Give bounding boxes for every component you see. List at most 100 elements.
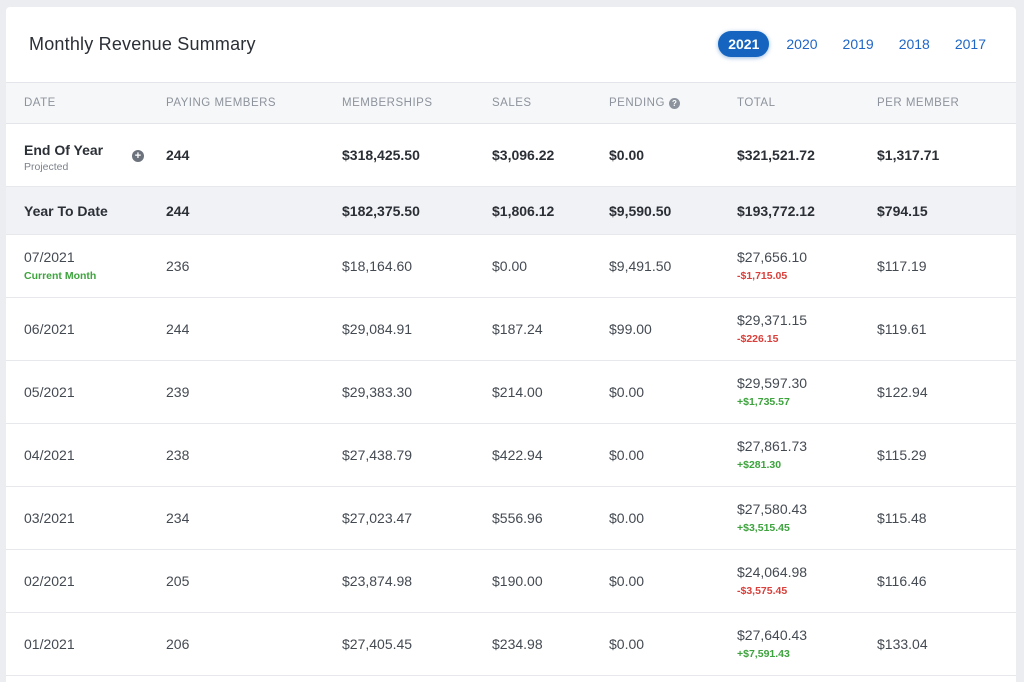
- year-tab-2018[interactable]: 2018: [891, 31, 938, 57]
- revenue-summary-card: Monthly Revenue Summary 2021 2020 2019 2…: [6, 7, 1016, 682]
- month-pending: $99.00: [609, 321, 652, 337]
- month-sales: $0.00: [492, 258, 528, 274]
- month-total: $27,656.10: [737, 249, 808, 265]
- column-header-total: TOTAL: [737, 97, 776, 109]
- ytd-total: $193,772.12: [737, 202, 815, 219]
- month-total: $27,640.43: [737, 627, 808, 643]
- month-per-member: $115.29: [877, 447, 927, 463]
- month-per-member: $117.19: [877, 258, 927, 274]
- column-header-date: DATE: [24, 97, 56, 109]
- year-tab-2021[interactable]: 2021: [718, 31, 770, 57]
- month-total: $24,064.98: [737, 564, 808, 580]
- month-total: $27,580.43: [737, 501, 808, 517]
- month-total: $29,371.15: [737, 312, 808, 328]
- month-memberships: $29,383.30: [342, 384, 413, 400]
- eoy-total: $321,521.72: [737, 147, 815, 163]
- current-month-note: Current Month: [24, 270, 97, 282]
- eoy-pending: $0.00: [609, 147, 645, 163]
- month-total-diff: -$3,575.45: [737, 585, 788, 597]
- month-total-diff: +$281.30: [737, 459, 782, 471]
- month-pending: $0.00: [609, 510, 645, 526]
- month-date: 01/2021: [24, 636, 75, 652]
- table-row: 07/2021 Current Month 236 $18,164.60 $0.…: [6, 235, 1016, 298]
- table-header: DATE PAYING MEMBERS MEMBERSHIPS SALES PE…: [6, 83, 1016, 124]
- eoy-memberships: $318,425.50: [342, 147, 420, 163]
- month-sales: $190.00: [492, 573, 543, 589]
- year-tab-2017[interactable]: 2017: [947, 31, 994, 57]
- column-header-per-member: PER MEMBER: [877, 97, 960, 109]
- month-total-diff: -$226.15: [737, 333, 779, 345]
- eoy-sales: $3,096.22: [492, 147, 555, 163]
- end-of-year-row: End Of Year Projected + 244 $318,425.50 …: [6, 124, 1016, 187]
- question-circle-icon[interactable]: ?: [668, 98, 680, 109]
- month-sales: $234.98: [492, 636, 543, 652]
- table-row: 01/2021 206 $27,405.45 $234.98 $0.00 $27…: [6, 613, 1016, 676]
- ytd-per-member: $794.15: [877, 202, 928, 219]
- month-per-member: $119.61: [877, 321, 927, 337]
- month-per-member: $116.46: [877, 573, 927, 589]
- month-date: 05/2021: [24, 384, 75, 400]
- ytd-label: Year To Date: [24, 202, 108, 219]
- month-date: 07/2021: [24, 249, 75, 265]
- page-title: Monthly Revenue Summary: [29, 34, 256, 54]
- plus-circle-icon[interactable]: +: [132, 150, 144, 162]
- month-memberships: $29,084.91: [342, 321, 413, 337]
- card-header: Monthly Revenue Summary 2021 2020 2019 2…: [6, 7, 1016, 83]
- column-header-paying-members: PAYING MEMBERS: [166, 97, 277, 109]
- month-pending: $0.00: [609, 573, 645, 589]
- month-date: 06/2021: [24, 321, 75, 337]
- month-date: 02/2021: [24, 573, 75, 589]
- month-sales: $556.96: [492, 510, 543, 526]
- month-paying-members: 238: [166, 447, 190, 463]
- month-memberships: $27,405.45: [342, 636, 413, 652]
- month-per-member: $115.48: [877, 510, 927, 526]
- month-pending: $9,491.50: [609, 258, 672, 274]
- end-of-year-sublabel: Projected: [24, 161, 69, 173]
- month-memberships: $27,023.47: [342, 510, 413, 526]
- month-memberships: $18,164.60: [342, 258, 413, 274]
- table-row: 05/2021 239 $29,383.30 $214.00 $0.00 $29…: [6, 361, 1016, 424]
- month-total-diff: +$1,735.57: [737, 396, 790, 408]
- month-total: $27,861.73: [737, 438, 808, 454]
- column-header-pending: PENDING?: [609, 97, 680, 109]
- column-header-pending-label: PENDING: [609, 97, 665, 109]
- month-per-member: $122.94: [877, 384, 928, 400]
- month-paying-members: 239: [166, 384, 190, 400]
- month-paying-members: 205: [166, 573, 190, 589]
- month-per-member: $133.04: [877, 636, 928, 652]
- month-date: 03/2021: [24, 510, 75, 526]
- month-sales: $214.00: [492, 384, 543, 400]
- year-tab-2020[interactable]: 2020: [778, 31, 825, 57]
- ytd-memberships: $182,375.50: [342, 202, 420, 219]
- month-paying-members: 244: [166, 321, 190, 337]
- end-of-year-label: End Of Year: [24, 142, 104, 158]
- year-tab-2019[interactable]: 2019: [835, 31, 882, 57]
- month-total-diff: -$1,715.05: [737, 270, 788, 282]
- eoy-paying-members: 244: [166, 147, 190, 163]
- year-to-date-row: Year To Date 244 $182,375.50 $1,806.12 $…: [6, 187, 1016, 235]
- month-pending: $0.00: [609, 636, 645, 652]
- month-paying-members: 206: [166, 636, 190, 652]
- month-pending: $0.00: [609, 384, 645, 400]
- month-memberships: $23,874.98: [342, 573, 413, 589]
- month-pending: $0.00: [609, 447, 645, 463]
- ytd-sales: $1,806.12: [492, 202, 555, 219]
- table-row: 04/2021 238 $27,438.79 $422.94 $0.00 $27…: [6, 424, 1016, 487]
- column-header-memberships: MEMBERSHIPS: [342, 97, 433, 109]
- month-total: $29,597.30: [737, 375, 808, 391]
- table-row: 03/2021 234 $27,023.47 $556.96 $0.00 $27…: [6, 487, 1016, 550]
- month-total-diff: +$3,515.45: [737, 522, 790, 534]
- month-date: 04/2021: [24, 447, 75, 463]
- table-row: 02/2021 205 $23,874.98 $190.00 $0.00 $24…: [6, 550, 1016, 613]
- table-row: 06/2021 244 $29,084.91 $187.24 $99.00 $2…: [6, 298, 1016, 361]
- month-paying-members: 234: [166, 510, 190, 526]
- year-tabs: 2021 2020 2019 2018 2017: [709, 31, 994, 57]
- month-total-diff: +$7,591.43: [737, 648, 790, 660]
- column-header-sales: SALES: [492, 97, 532, 109]
- month-memberships: $27,438.79: [342, 447, 413, 463]
- ytd-paying-members: 244: [166, 202, 190, 219]
- month-paying-members: 236: [166, 258, 190, 274]
- month-sales: $187.24: [492, 321, 543, 337]
- ytd-pending: $9,590.50: [609, 202, 672, 219]
- eoy-per-member: $1,317.71: [877, 147, 940, 163]
